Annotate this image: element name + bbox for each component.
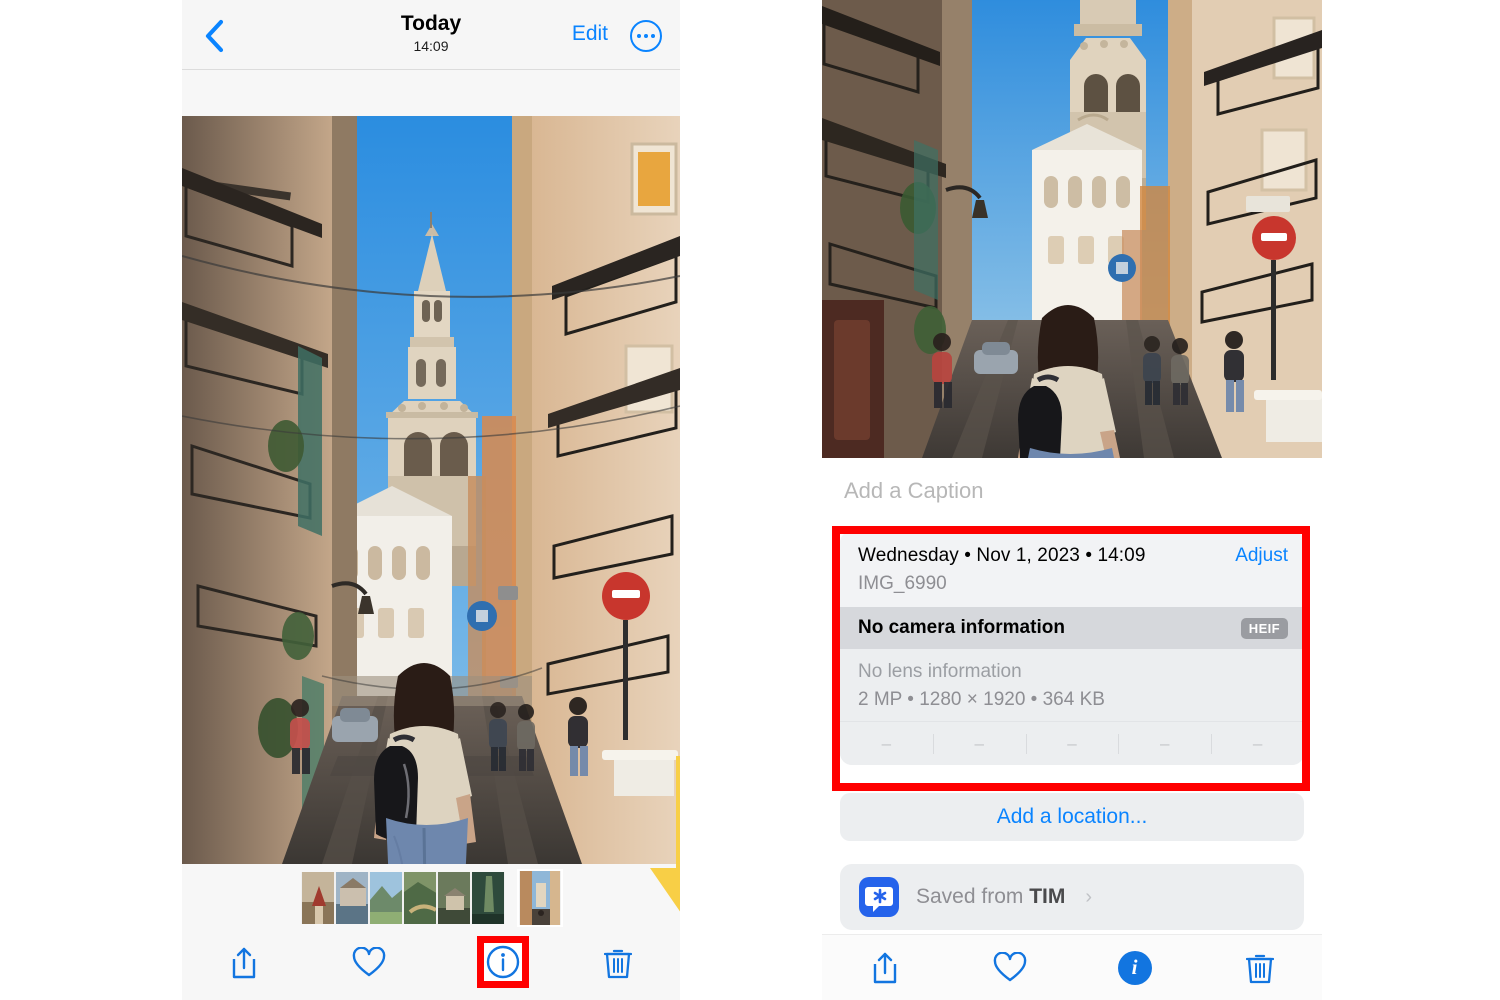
info-letter: i bbox=[1131, 955, 1138, 979]
tim-app-icon bbox=[859, 877, 899, 917]
format-badge: HEIF bbox=[1240, 617, 1288, 639]
list-item[interactable] bbox=[471, 872, 505, 924]
info-circle-icon[interactable] bbox=[486, 945, 520, 979]
thumb-photo-selected bbox=[520, 871, 560, 925]
list-item[interactable] bbox=[437, 872, 471, 924]
exif-values-row: – – – – – bbox=[840, 721, 1304, 765]
edit-button[interactable]: Edit bbox=[572, 22, 608, 46]
share-icon bbox=[233, 947, 256, 979]
annotation-arrow-down bbox=[648, 756, 680, 933]
photo-filename: IMG_6990 bbox=[858, 573, 947, 594]
navigation-bar: Today 14:09 Edit bbox=[182, 0, 680, 70]
thumb-photo-1 bbox=[302, 872, 334, 924]
caption-input-placeholder[interactable]: Add a Caption bbox=[844, 478, 983, 504]
lens-info-block: No lens information 2 MP • 1280 × 1920 •… bbox=[840, 649, 1304, 721]
exif-value: – bbox=[933, 734, 1026, 754]
photo-info-card: Wednesday • Nov 1, 2023 • 14:09 IMG_6990… bbox=[840, 531, 1304, 765]
arrow-down-icon bbox=[650, 756, 680, 912]
trash-icon bbox=[1245, 954, 1274, 983]
photo-size-text: 2 MP • 1280 × 1920 • 364 KB bbox=[858, 689, 1105, 710]
chevron-right-icon: › bbox=[1085, 885, 1093, 908]
camera-info-band: No camera information HEIF bbox=[840, 607, 1304, 649]
bottom-toolbar bbox=[182, 926, 680, 1000]
exif-value: – bbox=[1026, 734, 1119, 754]
delete-button[interactable] bbox=[1227, 940, 1293, 996]
saved-from-label: Saved from TIM bbox=[916, 885, 1065, 909]
list-item[interactable] bbox=[403, 872, 437, 924]
photo-illustration bbox=[182, 116, 680, 864]
thumb-photo-3 bbox=[370, 872, 402, 924]
info-circle-filled-icon: i bbox=[1117, 950, 1152, 985]
lens-info-text: No lens information bbox=[858, 661, 1022, 682]
thumb-photo-2 bbox=[336, 872, 368, 924]
add-location-row[interactable]: Add a location... bbox=[840, 793, 1304, 841]
list-item-selected[interactable] bbox=[517, 869, 563, 927]
caption-row[interactable]: Add a Caption bbox=[822, 458, 1322, 524]
add-location-label: Add a location... bbox=[996, 805, 1148, 828]
exif-value: – bbox=[1118, 734, 1211, 754]
trash-icon bbox=[603, 949, 632, 979]
photo-datetime: Wednesday • Nov 1, 2023 • 14:09 bbox=[858, 545, 1146, 566]
ellipsis-dot bbox=[637, 34, 641, 38]
photo-illustration-detail bbox=[822, 0, 1322, 458]
share-icon bbox=[873, 952, 896, 983]
bottom-toolbar-detail: i bbox=[822, 934, 1322, 1000]
share-button[interactable] bbox=[211, 935, 277, 991]
list-item[interactable] bbox=[335, 872, 369, 924]
saved-from-row[interactable]: Saved from TIM › bbox=[840, 864, 1304, 930]
heart-icon bbox=[352, 947, 385, 977]
ellipsis-dot bbox=[644, 34, 648, 38]
highlight-box-info-button bbox=[477, 936, 529, 988]
favorite-button[interactable] bbox=[977, 940, 1043, 996]
left-phone-panel: Today 14:09 Edit bbox=[182, 0, 680, 1000]
share-button[interactable] bbox=[852, 940, 918, 996]
info-button-active[interactable]: i bbox=[1102, 940, 1168, 996]
right-phone-panel: Add a Caption Wednesday • Nov 1, 2023 • … bbox=[822, 0, 1322, 1000]
thumb-photo-5 bbox=[438, 872, 470, 924]
main-photo[interactable] bbox=[182, 116, 680, 864]
thumb-photo-4 bbox=[404, 872, 436, 924]
camera-info-text: No camera information bbox=[858, 617, 1065, 638]
thumbnail-strip[interactable] bbox=[182, 869, 680, 927]
more-options-button[interactable] bbox=[630, 20, 662, 52]
exif-value: – bbox=[1211, 734, 1304, 754]
ellipsis-dot bbox=[651, 34, 655, 38]
list-item[interactable] bbox=[301, 872, 335, 924]
saved-from-prefix: Saved from bbox=[916, 885, 1024, 908]
saved-from-app: TIM bbox=[1029, 885, 1066, 908]
heart-icon bbox=[993, 951, 1026, 981]
thumb-photo-6 bbox=[472, 872, 504, 924]
favorite-button[interactable] bbox=[336, 935, 402, 991]
screenshot-stage: Today 14:09 Edit Add a Caption Wednesday… bbox=[0, 0, 1500, 1000]
info-card-header: Wednesday • Nov 1, 2023 • 14:09 IMG_6990… bbox=[840, 531, 1304, 607]
exif-value: – bbox=[881, 733, 892, 753]
adjust-button[interactable]: Adjust bbox=[1235, 545, 1288, 567]
detail-photo[interactable] bbox=[822, 0, 1322, 458]
delete-button[interactable] bbox=[585, 935, 651, 991]
list-item[interactable] bbox=[369, 872, 403, 924]
